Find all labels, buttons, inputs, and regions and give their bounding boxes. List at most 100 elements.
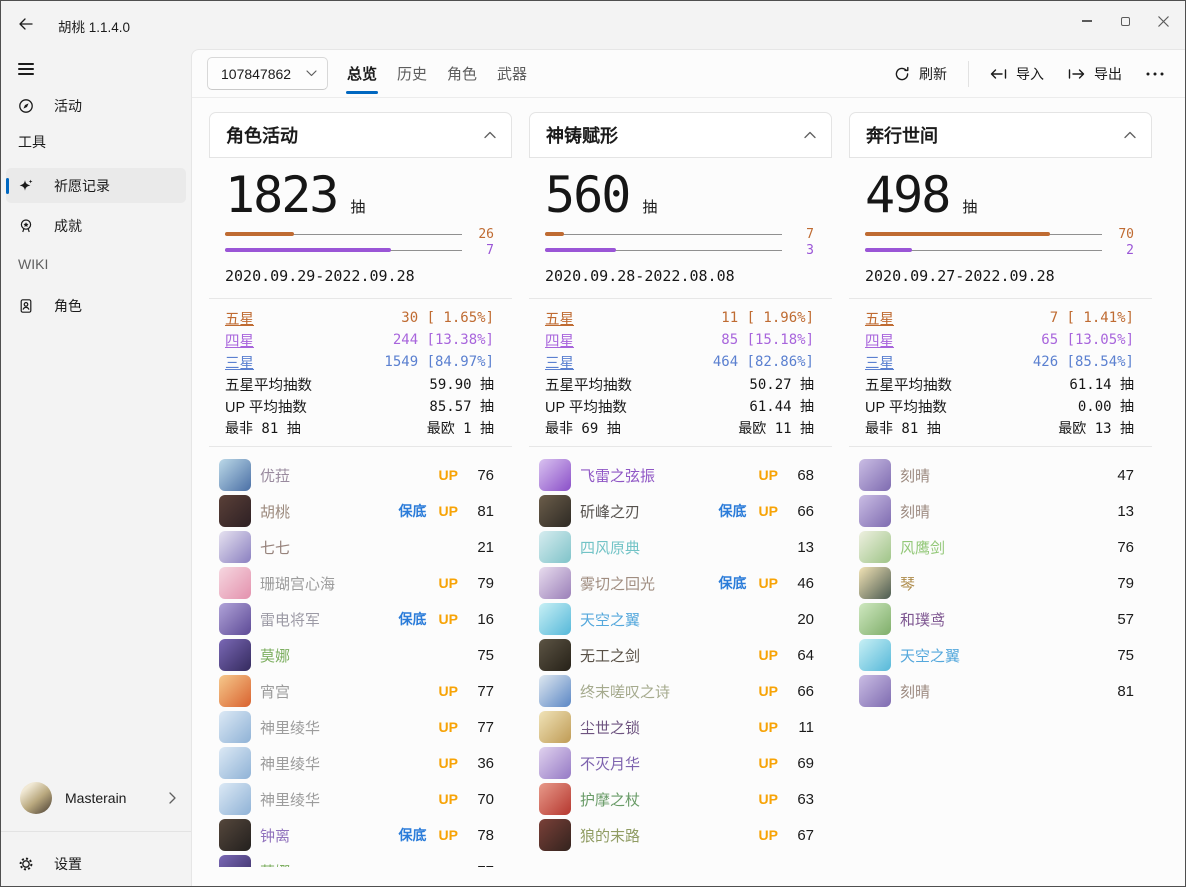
item-avatar bbox=[539, 495, 571, 527]
item-avatar bbox=[859, 567, 891, 599]
list-item[interactable]: 和璞鸢 57 bbox=[849, 601, 1152, 637]
list-item[interactable]: 神里绫华 UP 36 bbox=[209, 745, 512, 781]
banner-column-character-event: 角色活动 1823 抽 26 7 2020.09.29-2022.09.28 五… bbox=[209, 112, 512, 867]
list-item[interactable]: 七七 21 bbox=[209, 529, 512, 565]
sidebar-section-wiki: WIKI bbox=[18, 256, 48, 272]
best-pull: 最欧 1 抽 bbox=[427, 418, 494, 438]
list-item[interactable]: 宵宫 UP 77 bbox=[209, 673, 512, 709]
list-item[interactable]: 斫峰之刃 保底 UP 66 bbox=[529, 493, 832, 529]
list-item[interactable]: 琴 79 bbox=[849, 565, 1152, 601]
list-item[interactable]: 刻晴 81 bbox=[849, 673, 1152, 709]
four-star-link[interactable]: 四星 bbox=[545, 330, 574, 351]
five-star-link[interactable]: 五星 bbox=[865, 308, 894, 329]
sidebar-item-character[interactable]: 角色 bbox=[6, 288, 186, 323]
item-name: 莫娜 bbox=[260, 861, 458, 868]
item-name: 优菈 bbox=[260, 465, 427, 486]
list-item[interactable]: 四风原典 13 bbox=[529, 529, 832, 565]
close-button[interactable] bbox=[1144, 5, 1182, 37]
banner-expander-header[interactable]: 神铸赋形 bbox=[529, 112, 832, 158]
list-item[interactable]: 天空之翼 20 bbox=[529, 601, 832, 637]
list-item[interactable]: 莫娜 75 bbox=[209, 637, 512, 673]
pity5-track bbox=[865, 232, 1102, 236]
item-avatar bbox=[859, 531, 891, 563]
four-star-link[interactable]: 四星 bbox=[865, 330, 894, 351]
item-avatar bbox=[219, 711, 251, 743]
minimize-button[interactable] bbox=[1068, 5, 1106, 37]
tab-history[interactable]: 历史 bbox=[394, 50, 430, 97]
list-item[interactable]: 神里绫华 UP 77 bbox=[209, 709, 512, 745]
four-star-link[interactable]: 四星 bbox=[225, 330, 254, 351]
list-item[interactable]: 天空之翼 75 bbox=[849, 637, 1152, 673]
section-divider bbox=[849, 446, 1152, 447]
pull-count: 67 bbox=[790, 827, 814, 844]
user-account-button[interactable]: Masterain bbox=[6, 778, 186, 818]
total-pulls: 1823 抽 bbox=[225, 169, 496, 221]
tab-weapon[interactable]: 武器 bbox=[494, 50, 530, 97]
list-item[interactable]: 终末嗟叹之诗 UP 66 bbox=[529, 673, 832, 709]
import-button[interactable]: 导入 bbox=[980, 58, 1054, 90]
pull-count: 46 bbox=[790, 575, 814, 592]
list-item[interactable]: 风鹰剑 76 bbox=[849, 529, 1152, 565]
five-star-link[interactable]: 五星 bbox=[545, 308, 574, 329]
sidebar-item-wish-log[interactable]: 祈愿记录 bbox=[6, 168, 186, 203]
five-star-link[interactable]: 五星 bbox=[225, 308, 254, 329]
item-name: 珊瑚宫心海 bbox=[260, 573, 427, 594]
list-item[interactable]: 神里绫华 UP 70 bbox=[209, 781, 512, 817]
list-item[interactable]: 狼的末路 UP 67 bbox=[529, 817, 832, 853]
list-item[interactable]: 护摩之杖 UP 63 bbox=[529, 781, 832, 817]
chevron-down-icon bbox=[306, 70, 317, 77]
item-name: 七七 bbox=[260, 537, 458, 558]
avgup-label: UP 平均抽数 bbox=[545, 396, 627, 417]
banner-stats: 五星7 [ 1.41%] 四星65 [13.05%] 三星426 [85.54%… bbox=[865, 307, 1134, 439]
chevron-up-icon bbox=[1124, 131, 1136, 139]
list-item[interactable]: 无工之剑 UP 64 bbox=[529, 637, 832, 673]
guarantee-badge: 保底 bbox=[719, 573, 747, 593]
list-item[interactable]: 不灭月华 UP 69 bbox=[529, 745, 832, 781]
item-name: 天空之翼 bbox=[900, 645, 1098, 666]
list-item[interactable]: 胡桃 保底 UP 81 bbox=[209, 493, 512, 529]
close-icon bbox=[1158, 16, 1169, 27]
export-button[interactable]: 导出 bbox=[1058, 58, 1132, 90]
back-button[interactable] bbox=[11, 9, 41, 39]
uid-selector[interactable]: 107847862 bbox=[207, 57, 328, 90]
refresh-button[interactable]: 刷新 bbox=[884, 58, 957, 90]
chevron-up-icon bbox=[804, 131, 816, 139]
list-item[interactable]: 雾切之回光 保底 UP 46 bbox=[529, 565, 832, 601]
item-name: 神里绫华 bbox=[260, 753, 427, 774]
three-star-link[interactable]: 三星 bbox=[545, 352, 574, 373]
tab-character[interactable]: 角色 bbox=[444, 50, 480, 97]
avgup-value: 85.57 抽 bbox=[429, 396, 494, 416]
item-name: 刻晴 bbox=[900, 501, 1098, 522]
sidebar-item-achievements[interactable]: 成就 bbox=[6, 208, 186, 243]
list-item[interactable]: 钟离 保底 UP 78 bbox=[209, 817, 512, 853]
list-item[interactable]: 莫娜 77 bbox=[209, 853, 512, 867]
list-item[interactable]: 雷电将军 保底 UP 16 bbox=[209, 601, 512, 637]
more-button[interactable] bbox=[1136, 66, 1174, 82]
pull-count: 68 bbox=[790, 467, 814, 484]
nav-menu-button[interactable] bbox=[15, 54, 49, 84]
best-pull: 最欧 11 抽 bbox=[738, 418, 814, 438]
total-pulls-number: 560 bbox=[545, 169, 629, 221]
list-item[interactable]: 飞雷之弦振 UP 68 bbox=[529, 457, 832, 493]
tab-overview[interactable]: 总览 bbox=[344, 50, 380, 97]
sidebar-item-settings[interactable]: 设置 bbox=[6, 846, 186, 881]
total-pulls-number: 498 bbox=[865, 169, 949, 221]
banner-expander-header[interactable]: 角色活动 bbox=[209, 112, 512, 158]
maximize-button[interactable] bbox=[1106, 5, 1144, 37]
banner-expander-header[interactable]: 奔行世间 bbox=[849, 112, 1152, 158]
list-item[interactable]: 珊瑚宫心海 UP 79 bbox=[209, 565, 512, 601]
sidebar-item-activity[interactable]: 活动 bbox=[6, 88, 186, 123]
item-avatar bbox=[539, 459, 571, 491]
three-star-link[interactable]: 三星 bbox=[225, 352, 254, 373]
list-item[interactable]: 尘世之锁 UP 11 bbox=[529, 709, 832, 745]
list-item[interactable]: 优菈 UP 76 bbox=[209, 457, 512, 493]
pity5-fill bbox=[225, 232, 294, 236]
up-badge: UP bbox=[759, 575, 778, 591]
three-star-value: 1549 [84.97%] bbox=[384, 354, 494, 370]
refresh-label: 刷新 bbox=[919, 64, 947, 84]
item-name: 宵宫 bbox=[260, 681, 427, 702]
three-star-link[interactable]: 三星 bbox=[865, 352, 894, 373]
list-item[interactable]: 刻晴 47 bbox=[849, 457, 1152, 493]
item-name: 天空之翼 bbox=[580, 609, 778, 630]
list-item[interactable]: 刻晴 13 bbox=[849, 493, 1152, 529]
